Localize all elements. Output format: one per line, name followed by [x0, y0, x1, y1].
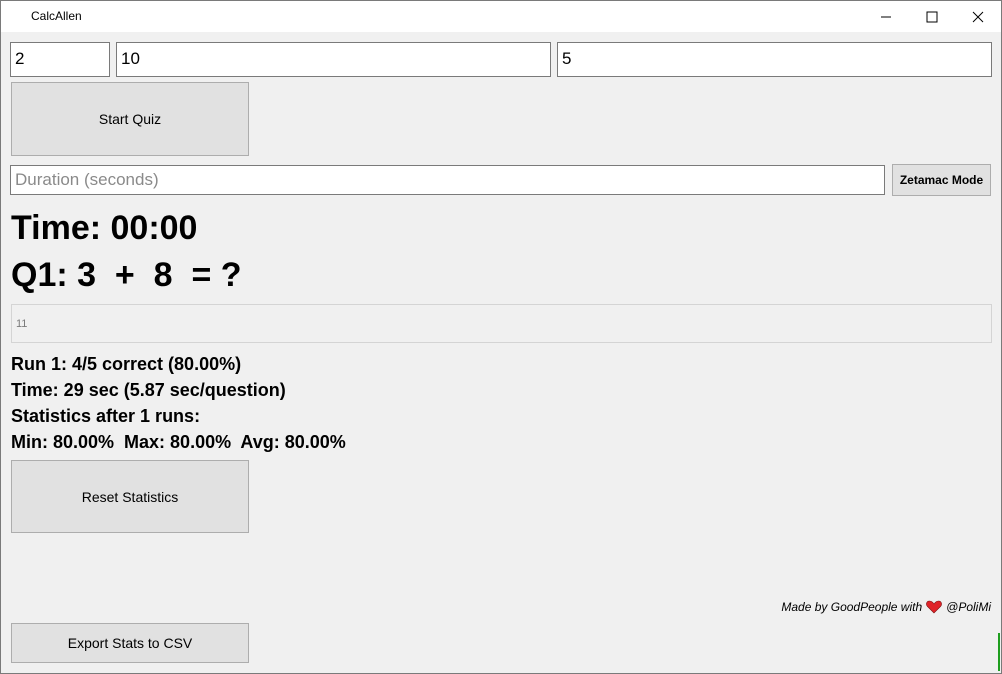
minimize-icon [881, 16, 891, 17]
timer-display: Time: 00:00 [11, 209, 198, 247]
maximize-icon [926, 11, 938, 22]
question-display: Q1: 3 + 8 = ? [11, 256, 242, 294]
window-title: CalcAllen [31, 9, 82, 23]
question-count-input[interactable]: 5 [557, 42, 992, 77]
reset-statistics-button[interactable]: Reset Statistics [11, 460, 249, 533]
run-result: Run 1: 4/5 correct (80.00%) [11, 354, 242, 374]
maximize-button[interactable] [909, 1, 955, 32]
close-icon [972, 11, 984, 22]
operands-input[interactable]: 2 [10, 42, 110, 77]
footer-credit: Made by GoodPeople with @PoliMi [781, 600, 991, 614]
stats-header: Statistics after 1 runs: [11, 406, 201, 426]
start-quiz-button[interactable]: Start Quiz [11, 82, 249, 156]
resize-grip [998, 633, 1000, 671]
close-button[interactable] [955, 1, 1001, 32]
title-bar: CalcAllen [1, 1, 1001, 32]
footer-made-by: Made by GoodPeople with [781, 600, 923, 614]
export-csv-button[interactable]: Export Stats to CSV [11, 623, 249, 663]
max-value-input[interactable]: 10 [116, 42, 551, 77]
heart-icon [926, 600, 942, 614]
zetamac-mode-button[interactable]: Zetamac Mode [892, 164, 991, 196]
app-window: CalcAllen 2 10 5 Start Quiz Duration (se… [0, 0, 1002, 674]
answer-input[interactable]: 11 [11, 304, 992, 343]
minimize-button[interactable] [863, 1, 909, 32]
footer-org: @PoliMi [946, 600, 991, 614]
min-max-avg: Min: 80.00% Max: 80.00% Avg: 80.00% [11, 432, 346, 452]
duration-input[interactable]: Duration (seconds) [10, 165, 885, 195]
time-result: Time: 29 sec (5.87 sec/question) [11, 380, 286, 400]
